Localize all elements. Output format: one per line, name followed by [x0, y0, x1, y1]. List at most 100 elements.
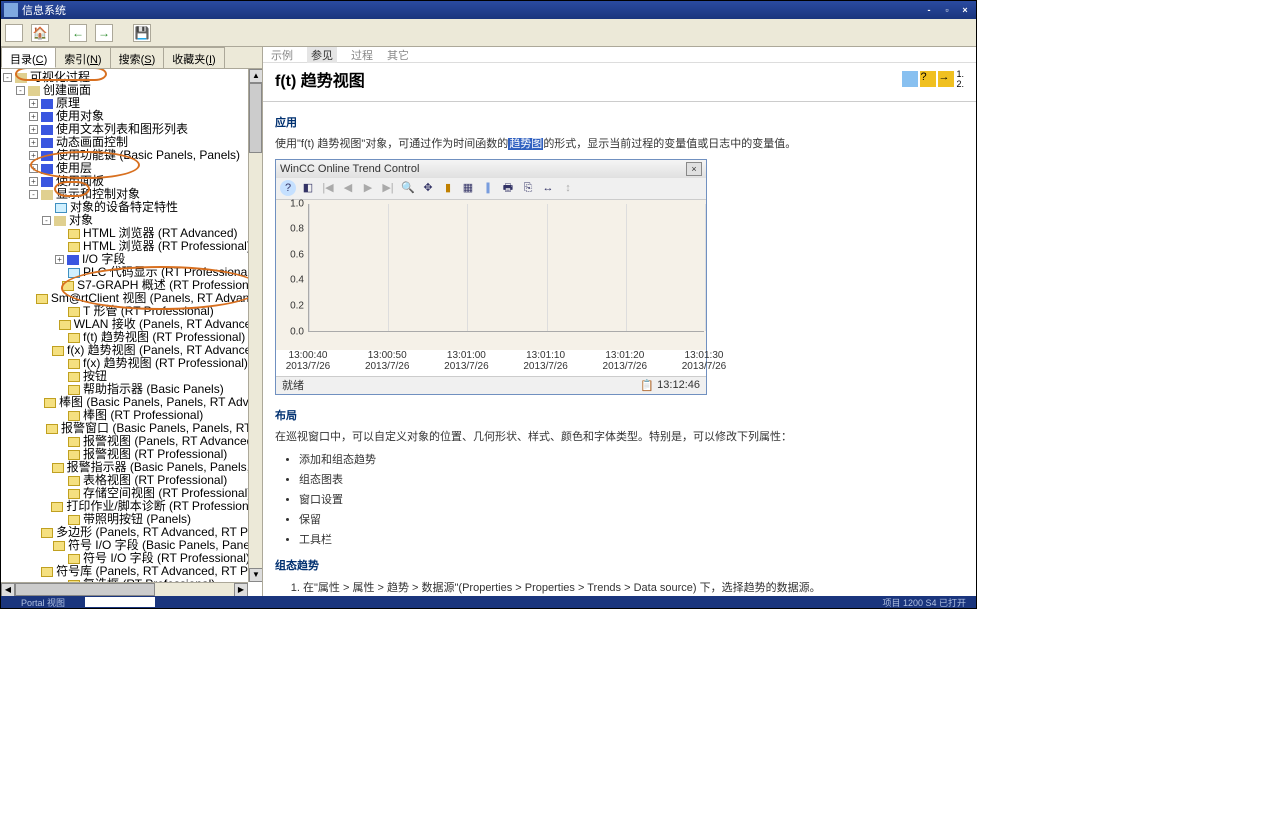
page-icon: [68, 242, 80, 252]
page-icon: [68, 515, 80, 525]
expand-icon[interactable]: +: [55, 255, 64, 264]
back-button[interactable]: ←: [69, 24, 87, 42]
y-tick-label: 0.2: [290, 300, 304, 311]
expand-icon[interactable]: -: [3, 73, 12, 82]
book-icon: [41, 138, 53, 148]
header-icon-1[interactable]: [902, 71, 918, 87]
trend-titlebar: WinCC Online Trend Control ×: [276, 160, 706, 178]
bullet-item: 保留: [299, 511, 964, 527]
tab-fav[interactable]: 收藏夹(I): [163, 47, 224, 68]
tree-hscroll[interactable]: ◀ ▶: [1, 582, 248, 596]
x-tick-label: 13:00:402013/7/26: [286, 350, 331, 372]
expand-icon[interactable]: -: [42, 216, 51, 225]
y-tick-label: 0.6: [290, 249, 304, 260]
x-tick-label: 13:00:502013/7/26: [365, 350, 410, 372]
subnav-item[interactable]: 其它: [387, 47, 409, 63]
page-icon: [68, 372, 80, 382]
gridline: [626, 204, 627, 331]
page-icon: [68, 411, 80, 421]
trend-btn-move[interactable]: ✥: [420, 180, 436, 196]
y-tick-label: 1.0: [290, 198, 304, 209]
page-icon: [53, 541, 65, 551]
tree-item[interactable]: +使用功能键 (Basic Panels, Panels): [3, 149, 262, 162]
trend-toolbar: ? ◧ |◀ ◀ ▶ ▶| 🔍 ✥ ▮ ▦ ∥ 🖶 ⎘ ↔: [276, 178, 706, 200]
expand-icon[interactable]: +: [29, 99, 38, 108]
toolbar: 🏠 ← → 💾: [1, 19, 976, 47]
tab-index[interactable]: 索引(N): [55, 47, 110, 68]
trend-btn-first[interactable]: |◀: [320, 180, 336, 196]
expand-icon[interactable]: -: [29, 190, 38, 199]
page-icon: [68, 229, 80, 239]
tab-contents[interactable]: 目录(C): [1, 47, 56, 68]
expand-icon[interactable]: +: [29, 112, 38, 121]
page-icon: [68, 359, 80, 369]
book-icon: [41, 99, 53, 109]
subnav-item[interactable]: 过程: [351, 47, 373, 63]
trend-btn-grid[interactable]: ▦: [460, 180, 476, 196]
header-icon-label: 1.2.: [956, 69, 964, 89]
footer-dropdown[interactable]: [85, 597, 155, 607]
x-tick-label: 13:01:302013/7/26: [682, 350, 727, 372]
trend-btn-help[interactable]: ?: [280, 180, 296, 196]
book-icon: [41, 177, 53, 187]
trend-btn-export[interactable]: ⎘: [520, 180, 536, 196]
subnav-item-active[interactable]: 参见: [307, 47, 337, 63]
bullet-item: 工具栏: [299, 531, 964, 547]
trend-close-icon[interactable]: ×: [686, 162, 702, 176]
page-icon: [46, 424, 58, 434]
trend-statusbar: 就绪 📋 13:12:46: [276, 376, 706, 394]
trend-title-text: WinCC Online Trend Control: [280, 163, 419, 175]
header-icon-2[interactable]: ?: [920, 71, 936, 87]
trend-btn-print[interactable]: 🖶: [500, 180, 516, 196]
tree-vscroll[interactable]: ▲ ▼: [248, 69, 262, 582]
expand-icon[interactable]: +: [29, 151, 38, 160]
tree-item[interactable]: +使用层: [3, 162, 262, 175]
minimize-button[interactable]: -: [921, 3, 937, 17]
titlebar: 信息系统 - ▫ ×: [1, 1, 976, 19]
expand-icon[interactable]: +: [29, 125, 38, 134]
tree-item[interactable]: -创建画面: [3, 84, 262, 97]
save-button[interactable]: 💾: [133, 24, 151, 42]
trend-btn-stretch[interactable]: ↔: [540, 180, 556, 196]
trend-btn-next[interactable]: ▶: [360, 180, 376, 196]
tab-search[interactable]: 搜索(S): [110, 47, 165, 68]
toolbar-btn-1[interactable]: [5, 24, 23, 42]
tree-item[interactable]: +原理: [3, 97, 262, 110]
tree-item[interactable]: HTML 浏览器 (RT Professional): [3, 240, 262, 253]
trend-btn-ruler[interactable]: ▮: [440, 180, 456, 196]
topic-tree[interactable]: -可视化过程-创建画面+原理+使用对象+使用文本列表和图形列表+动态画面控制+使…: [1, 69, 262, 596]
close-button[interactable]: ×: [957, 3, 973, 17]
expand-icon[interactable]: +: [29, 177, 38, 186]
restore-button[interactable]: ▫: [939, 3, 955, 17]
layout-bullets: 添加和组态趋势组态图表窗口设置保留工具栏: [299, 451, 964, 547]
tree-item[interactable]: -可视化过程: [3, 71, 262, 84]
config-steps: 在"属性 > 属性 > 趋势 > 数据源"(Properties > Prope…: [303, 579, 964, 595]
trend-btn-pause[interactable]: ∥: [480, 180, 496, 196]
tree-item[interactable]: +使用文本列表和图形列表: [3, 123, 262, 136]
book-icon: [41, 125, 53, 135]
app-icon: [4, 3, 18, 17]
page-icon: [68, 450, 80, 460]
y-tick-label: 0.4: [290, 275, 304, 286]
header-icon-3[interactable]: →: [938, 71, 954, 87]
bullet-item: 组态图表: [299, 471, 964, 487]
content-panel: 示例 参见 过程 其它 f(t) 趋势视图 ? → 1.2. 应用 使用"f(t…: [263, 47, 976, 596]
trend-btn-zoom[interactable]: 🔍: [400, 180, 416, 196]
content[interactable]: 应用 使用"f(t) 趋势视图"对象，可通过作为时间函数的趋势图的形式，显示当前…: [263, 102, 976, 596]
trend-btn-x[interactable]: ↕: [560, 180, 576, 196]
trend-btn-last[interactable]: ▶|: [380, 180, 396, 196]
trend-btn-config[interactable]: ◧: [300, 180, 316, 196]
page-icon: [68, 333, 80, 343]
nav-panel: 目录(C) 索引(N) 搜索(S) 收藏夹(I) -可视化过程-创建画面+原理+…: [1, 47, 263, 596]
expand-icon[interactable]: +: [29, 138, 38, 147]
home-button[interactable]: 🏠: [31, 24, 49, 42]
tree-item[interactable]: f(x) 趋势视图 (RT Professional): [3, 357, 262, 370]
config-step-1: 在"属性 > 属性 > 趋势 > 数据源"(Properties > Prope…: [303, 579, 964, 595]
trend-btn-prev[interactable]: ◀: [340, 180, 356, 196]
expand-icon[interactable]: +: [29, 164, 38, 173]
trend-plot-area: 0.00.20.40.60.81.0: [276, 200, 706, 350]
expand-icon[interactable]: -: [16, 86, 25, 95]
subnav-item[interactable]: 示例: [271, 47, 293, 63]
tree-item[interactable]: 对象的设备特定特性: [3, 201, 262, 214]
forward-button[interactable]: →: [95, 24, 113, 42]
